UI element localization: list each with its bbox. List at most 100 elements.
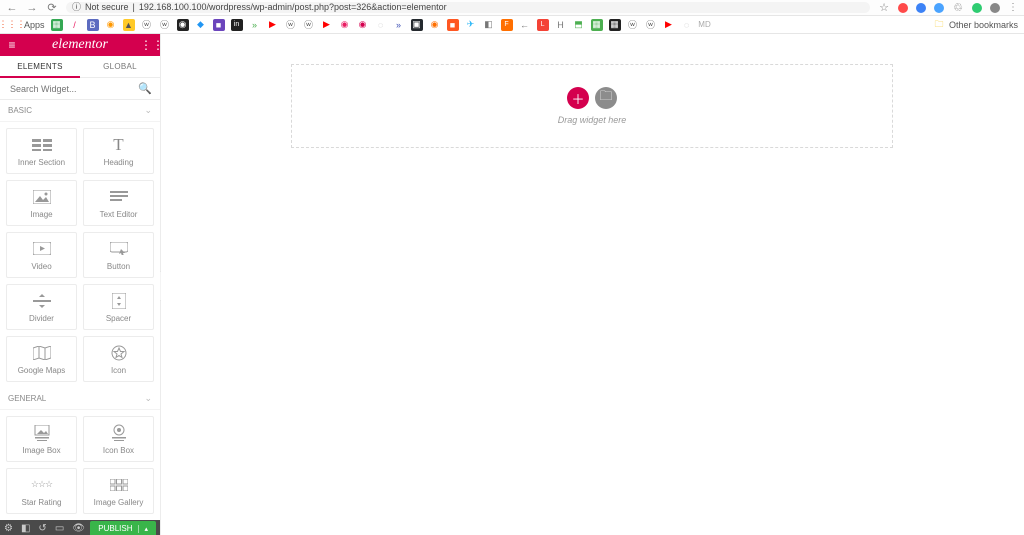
back-icon[interactable]: ←	[6, 2, 18, 14]
widget-star-rating[interactable]: ☆☆☆ Star Rating	[6, 468, 77, 514]
widget-icon[interactable]: Icon	[83, 336, 154, 382]
wordpress-icon[interactable]: ⓦ	[627, 19, 639, 31]
sync-icon[interactable]: ♲	[952, 1, 964, 14]
apps-icon[interactable]: ⋮⋮⋮	[6, 19, 18, 31]
wordpress-icon[interactable]: ⓦ	[645, 19, 657, 31]
bookmark-icon[interactable]: ◌	[681, 19, 693, 31]
other-bookmarks-label[interactable]: Other bookmarks	[949, 20, 1018, 30]
tab-elements[interactable]: ELEMENTS	[0, 56, 80, 77]
bookmark-icon[interactable]: ▦	[591, 19, 603, 31]
navigator-icon[interactable]: ◧	[21, 523, 30, 534]
menu-icon[interactable]: ≡	[4, 38, 20, 52]
bookmark-icon[interactable]: ◌	[375, 19, 387, 31]
folder-icon: 🗀	[599, 87, 612, 109]
publish-button[interactable]: PUBLISH ▴	[90, 521, 156, 535]
chevron-down-icon: ⌄	[144, 393, 152, 404]
search-input[interactable]	[8, 83, 138, 95]
star-icon[interactable]: ☆	[878, 1, 890, 14]
widget-label: Video	[31, 262, 51, 271]
ext-icon[interactable]	[916, 3, 926, 13]
wordpress-icon[interactable]: ⓦ	[159, 19, 171, 31]
publish-dropdown-icon[interactable]: ▴	[138, 525, 148, 533]
widget-inner-section[interactable]: Inner Section	[6, 128, 77, 174]
bookmark-icon[interactable]: ✈	[465, 19, 477, 31]
responsive-icon[interactable]: ▭	[55, 523, 64, 534]
browser-menu-icon[interactable]: ⋮	[1008, 2, 1018, 13]
widget-heading[interactable]: T Heading	[83, 128, 154, 174]
forward-icon[interactable]: →	[26, 2, 38, 14]
widget-button[interactable]: Button	[83, 232, 154, 278]
widget-icon-box[interactable]: Icon Box	[83, 416, 154, 462]
widget-image-gallery[interactable]: Image Gallery	[83, 468, 154, 514]
bookmark-icon[interactable]: »	[249, 19, 261, 31]
youtube-icon[interactable]: ▶	[321, 19, 333, 31]
widget-label: Icon	[111, 366, 126, 375]
preview-icon[interactable]: 👁	[72, 523, 85, 534]
tab-global-label: GLOBAL	[103, 62, 137, 71]
history-icon[interactable]: ↺	[38, 523, 46, 534]
sidebar-header: ≡ elementor ⋮⋮⋮	[0, 34, 160, 56]
widget-label: Inner Section	[18, 158, 65, 167]
bookmark-icon[interactable]: ■	[447, 19, 459, 31]
wordpress-icon[interactable]: ⓦ	[303, 19, 315, 31]
bookmark-icon[interactable]: /	[69, 19, 81, 31]
ext-icon[interactable]	[934, 3, 944, 13]
pinterest-icon[interactable]: ◉	[339, 19, 351, 31]
youtube-icon[interactable]: ▶	[267, 19, 279, 31]
ext-icon[interactable]	[972, 3, 982, 13]
gallery-icon	[110, 476, 128, 494]
account-initials[interactable]: MD	[699, 19, 711, 31]
bookmark-icon[interactable]: ▣	[411, 19, 423, 31]
folder-icon[interactable]: 🗀	[933, 19, 945, 31]
bookmark-icon[interactable]: F	[501, 19, 513, 31]
avatar-icon[interactable]	[990, 3, 1000, 13]
category-general[interactable]: GENERAL ⌄	[0, 388, 160, 410]
search-icon[interactable]: 🔍	[138, 82, 152, 95]
bookmark-icon[interactable]: »	[393, 19, 405, 31]
bookmark-icon[interactable]: ←	[519, 19, 531, 31]
apps-label[interactable]: Apps	[24, 20, 45, 30]
tab-global[interactable]: GLOBAL	[80, 56, 160, 77]
widget-spacer[interactable]: Spacer	[83, 284, 154, 330]
star-circle-icon	[111, 344, 127, 362]
widget-video[interactable]: Video	[6, 232, 77, 278]
widget-google-maps[interactable]: Google Maps	[6, 336, 77, 382]
widget-label: Star Rating	[21, 498, 61, 507]
widgets-grid-icon[interactable]: ⋮⋮⋮	[140, 38, 156, 52]
bookmark-icon[interactable]: H	[555, 19, 567, 31]
ext-icon[interactable]	[898, 3, 908, 13]
youtube-icon[interactable]: ▶	[663, 19, 675, 31]
bookmark-icon[interactable]: in	[231, 19, 243, 31]
elementor-logo: elementor	[52, 37, 108, 53]
bookmark-icon[interactable]: ▦	[609, 19, 621, 31]
widget-label: Image	[30, 210, 52, 219]
bookmark-icon[interactable]: ▲	[123, 19, 135, 31]
bookmark-icon[interactable]: L	[537, 19, 549, 31]
bookmark-icon[interactable]: ◉	[357, 19, 369, 31]
add-section-button[interactable]: ＋	[567, 87, 589, 109]
wordpress-icon[interactable]: ⓦ	[285, 19, 297, 31]
widget-divider[interactable]: Divider	[6, 284, 77, 330]
bookmark-icon[interactable]: ◉	[177, 19, 189, 31]
bookmark-icon[interactable]: ⬒	[573, 19, 585, 31]
wordpress-icon[interactable]: ⓦ	[141, 19, 153, 31]
widget-image-box[interactable]: Image Box	[6, 416, 77, 462]
bookmark-icon[interactable]: ◆	[195, 19, 207, 31]
bookmark-icon[interactable]: ◧	[483, 19, 495, 31]
url-field[interactable]: ⓘ Not secure | 192.168.100.100/wordpress…	[66, 2, 870, 13]
dropzone[interactable]: ＋ 🗀 Drag widget here	[291, 64, 893, 148]
bookmark-icon[interactable]: ■	[213, 19, 225, 31]
sidebar-tabs: ELEMENTS GLOBAL	[0, 56, 160, 78]
settings-icon[interactable]: ⚙	[4, 523, 13, 534]
category-basic[interactable]: BASIC ⌄	[0, 100, 160, 122]
bookmark-icon[interactable]: ◉	[105, 19, 117, 31]
editor-canvas[interactable]: ＋ 🗀 Drag widget here	[161, 34, 1024, 535]
bookmark-icon[interactable]: ◉	[429, 19, 441, 31]
reload-icon[interactable]: ⟳	[46, 1, 58, 14]
bookmark-icon[interactable]: ▦	[51, 19, 63, 31]
text-editor-icon	[110, 188, 128, 206]
widget-image[interactable]: Image	[6, 180, 77, 226]
widget-text-editor[interactable]: Text Editor	[83, 180, 154, 226]
bookmark-icon[interactable]: B	[87, 19, 99, 31]
template-library-button[interactable]: 🗀	[595, 87, 617, 109]
